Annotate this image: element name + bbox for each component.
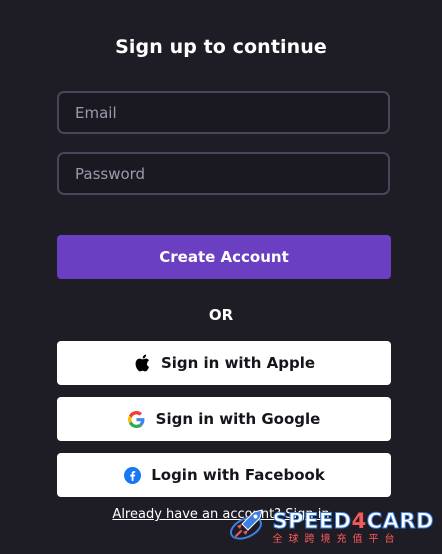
create-account-label: Create Account [159, 248, 289, 266]
apple-button-label: Sign in with Apple [160, 354, 316, 372]
apple-icon [133, 354, 151, 372]
facebook-icon [123, 466, 141, 484]
login-with-facebook-button[interactable]: Login with Facebook [57, 453, 391, 497]
google-button-label: Sign in with Google [155, 410, 321, 428]
create-account-button[interactable]: Create Account [57, 235, 391, 279]
sign-in-with-google-button[interactable]: Sign in with Google [57, 397, 391, 441]
email-field[interactable] [57, 91, 390, 134]
facebook-button-label: Login with Facebook [151, 466, 325, 484]
watermark-subtitle: 全球跨境充值平台 [272, 534, 401, 545]
password-field[interactable] [57, 152, 390, 195]
sign-in-with-apple-button[interactable]: Sign in with Apple [57, 341, 391, 385]
or-divider: OR [208, 306, 234, 324]
google-icon [128, 410, 146, 428]
page-title: Sign up to continue [115, 36, 327, 58]
sign-in-link[interactable]: Already have an account? Sign in [0, 507, 442, 522]
